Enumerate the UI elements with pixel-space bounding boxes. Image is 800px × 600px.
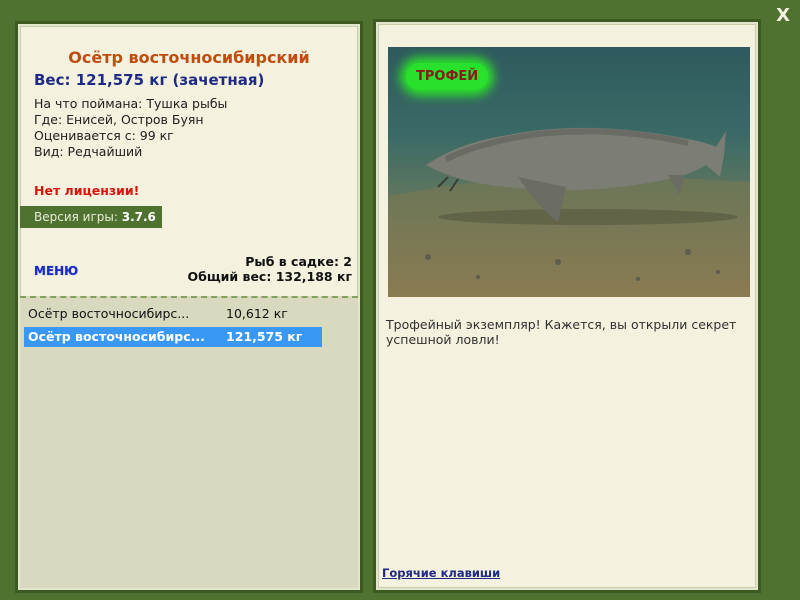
- catch-weight: 121,575 кг: [226, 329, 303, 344]
- catch-row-selected[interactable]: Осётр восточносибирс... 121,575 кг: [24, 327, 322, 347]
- catch-name: Осётр восточносибирс...: [28, 306, 190, 321]
- fish-photo-panel: ТРОФЕЙ Трофейный экземпляр! Кажется, вы …: [376, 22, 758, 590]
- fish-description: Трофейный экземпляр! Кажется, вы открыли…: [386, 317, 737, 347]
- fish-details: На что поймана: Тушка рыбы Где: Енисей, …: [34, 96, 227, 160]
- kind-line: Вид: Редчайший: [34, 144, 143, 159]
- valued-line: Оценивается с: 99 кг: [34, 128, 174, 143]
- version-bar: Версия игры: 3.7.6: [20, 206, 162, 228]
- bait-line: На что поймана: Тушка рыбы: [34, 96, 228, 111]
- catch-weight: 10,612 кг: [226, 306, 288, 321]
- license-warning: Нет лицензии!: [34, 183, 140, 198]
- fish-info-panel: Осётр восточносибирский Вес: 121,575 кг …: [18, 24, 360, 590]
- version-value: 3.7.6: [121, 210, 156, 224]
- trophy-badge: ТРОФЕЙ: [406, 63, 489, 90]
- place-line: Где: Енисей, Остров Буян: [34, 112, 204, 127]
- catch-list: Осётр восточносибирс... 10,612 кг Осётр …: [20, 296, 358, 588]
- menu-button[interactable]: МЕНЮ: [34, 264, 78, 278]
- total-weight: Общий вес: 132,188 кг: [187, 269, 353, 284]
- catch-name: Осётр восточносибирс...: [28, 329, 205, 344]
- close-button[interactable]: X: [776, 5, 790, 26]
- hotkeys-link[interactable]: Горячие клавиши: [382, 566, 500, 580]
- version-label: Версия игры:: [34, 210, 118, 224]
- fish-weight: Вес: 121,575 кг (зачетная): [34, 71, 265, 89]
- keepnet-stats: Рыб в садке: 2 Общий вес: 132,188 кг: [188, 254, 353, 284]
- catch-row[interactable]: Осётр восточносибирс... 10,612 кг: [24, 304, 322, 324]
- fish-count: Рыб в садке: 2: [245, 254, 352, 269]
- fish-photo: ТРОФЕЙ: [388, 47, 750, 297]
- fish-title: Осётр восточносибирский: [68, 48, 310, 67]
